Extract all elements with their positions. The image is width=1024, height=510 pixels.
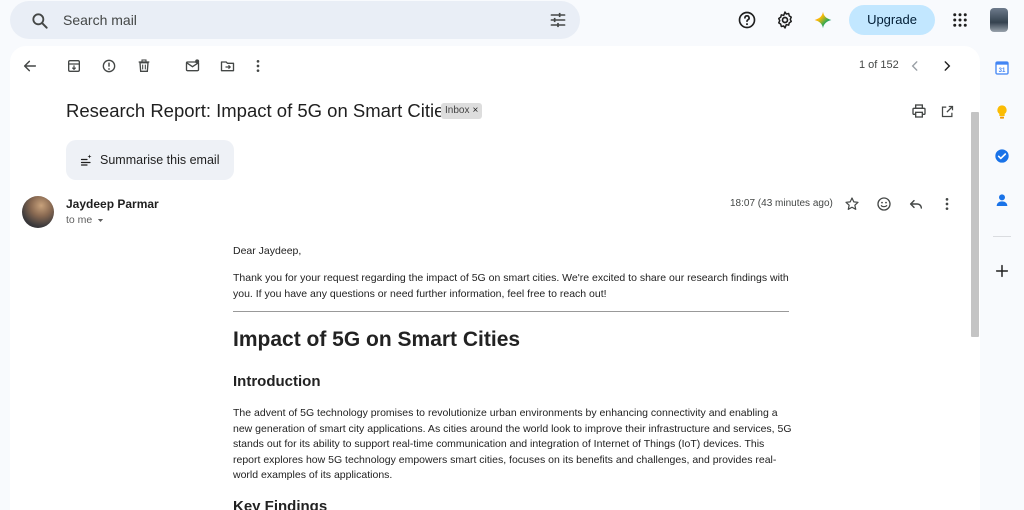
sender-name[interactable]: Jaydeep Parmar xyxy=(66,197,159,211)
contacts-person-icon[interactable] xyxy=(994,192,1010,208)
recipient-details-toggle[interactable]: to me xyxy=(66,214,105,226)
report-heading: Impact of 5G on Smart Cities xyxy=(233,328,521,351)
remove-label-icon[interactable]: × xyxy=(472,103,478,119)
section-heading-introduction: Introduction xyxy=(233,373,321,390)
label-text: Inbox xyxy=(445,105,470,116)
search-options-icon[interactable] xyxy=(548,10,568,30)
section-heading-key-findings: Key Findings xyxy=(233,498,328,510)
help-icon[interactable] xyxy=(735,8,759,32)
reply-arrow-icon[interactable] xyxy=(906,194,926,214)
calendar-icon[interactable]: 31 xyxy=(994,60,1010,76)
introduction-paragraph: The advent of 5G technology promises to … xyxy=(233,407,792,481)
search-bar[interactable]: Search mail xyxy=(10,1,580,39)
calendar-day: 31 xyxy=(999,68,1006,74)
settings-gear-icon[interactable] xyxy=(773,8,797,32)
mark-unread-icon[interactable] xyxy=(182,56,202,76)
delete-trash-icon[interactable] xyxy=(134,56,154,76)
email-subject: Research Report: Impact of 5G on Smart C… xyxy=(66,100,454,121)
email-timestamp: 18:07 (43 minutes ago) xyxy=(730,198,833,209)
apps-grid-icon[interactable] xyxy=(948,8,972,32)
sender-avatar[interactable] xyxy=(22,196,54,228)
back-arrow-icon[interactable] xyxy=(20,56,40,76)
report-spam-icon[interactable] xyxy=(99,56,119,76)
search-icon[interactable] xyxy=(30,11,50,31)
scrollbar-thumb[interactable] xyxy=(971,112,979,337)
divider xyxy=(233,311,789,312)
inbox-label-chip[interactable]: Inbox × xyxy=(441,103,483,119)
recipient-text: to me xyxy=(66,214,93,226)
chevron-down-icon xyxy=(98,218,104,222)
message-more-options-icon[interactable] xyxy=(937,194,957,214)
open-in-new-window-icon[interactable] xyxy=(937,101,957,121)
add-addon-plus-icon[interactable] xyxy=(994,263,1010,279)
archive-icon[interactable] xyxy=(64,56,84,76)
newer-chevron-left-icon[interactable] xyxy=(905,56,925,76)
search-input[interactable]: Search mail xyxy=(63,12,137,28)
top-bar: Search mail Upgrade xyxy=(0,0,1024,40)
pagination-count: 1 of 152 xyxy=(859,59,899,71)
gemini-sparkle-icon[interactable] xyxy=(811,8,835,32)
upgrade-button[interactable]: Upgrade xyxy=(849,5,935,35)
print-icon[interactable] xyxy=(909,101,929,121)
move-to-folder-icon[interactable] xyxy=(217,56,237,76)
star-icon[interactable] xyxy=(842,194,862,214)
keep-lightbulb-icon[interactable] xyxy=(994,104,1010,120)
more-options-icon[interactable] xyxy=(248,56,268,76)
summarise-sparkle-icon xyxy=(80,154,92,166)
older-chevron-right-icon[interactable] xyxy=(937,56,957,76)
summarise-email-button[interactable]: Summarise this email xyxy=(66,140,234,180)
rail-divider xyxy=(993,236,1011,237)
account-avatar[interactable] xyxy=(990,8,1008,32)
email-view-panel: 1 of 152 Research Report: Impact of 5G o… xyxy=(10,46,980,510)
greeting: Dear Jaydeep, xyxy=(233,245,302,257)
intro-paragraph: Thank you for your request regarding the… xyxy=(233,272,789,300)
tasks-check-icon[interactable] xyxy=(994,148,1010,164)
emoji-reaction-icon[interactable] xyxy=(874,194,894,214)
summarise-label: Summarise this email xyxy=(100,153,220,167)
